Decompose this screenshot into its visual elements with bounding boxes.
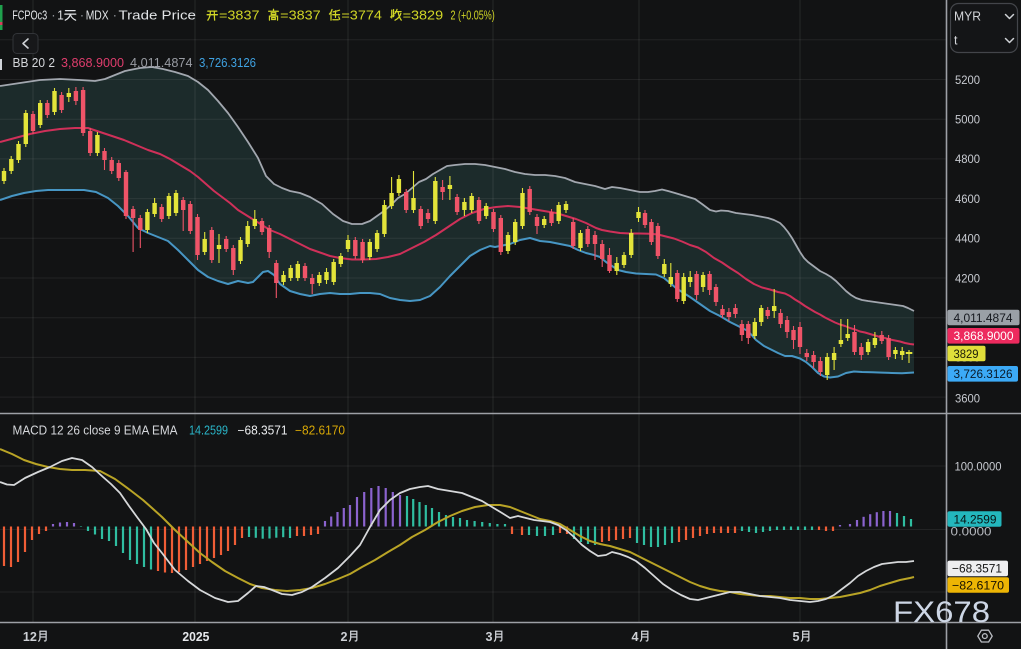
svg-text:14.2599: 14.2599 xyxy=(954,512,997,526)
svg-text:3: 3 xyxy=(486,630,493,644)
svg-text:1: 1 xyxy=(57,7,64,22)
svg-text:12: 12 xyxy=(23,630,37,644)
svg-text:MDX: MDX xyxy=(86,7,109,22)
svg-text:2025: 2025 xyxy=(182,630,209,644)
svg-text:Trade Price: Trade Price xyxy=(119,7,196,22)
svg-text:2: 2 xyxy=(341,630,348,644)
svg-text:−82.6170: −82.6170 xyxy=(295,424,345,438)
svg-text:5: 5 xyxy=(793,630,800,644)
svg-text:5200: 5200 xyxy=(955,73,980,87)
svg-text:MACD 12 26 close 9 EMA EMA: MACD 12 26 close 9 EMA EMA xyxy=(13,424,179,438)
svg-text:2 (+0.05%): 2 (+0.05%) xyxy=(451,7,495,22)
svg-text:3,726.3126: 3,726.3126 xyxy=(954,367,1013,381)
svg-text:3,726.3126: 3,726.3126 xyxy=(199,56,256,70)
svg-text:BB 20 2: BB 20 2 xyxy=(13,56,56,70)
svg-text:FCPOc3: FCPOc3 xyxy=(12,7,47,22)
svg-text:4,011.4874: 4,011.4874 xyxy=(954,311,1013,325)
svg-text:·: · xyxy=(113,7,117,22)
svg-text:5000: 5000 xyxy=(955,113,980,127)
svg-text:t: t xyxy=(954,34,958,48)
svg-text:FX678: FX678 xyxy=(893,596,990,629)
svg-text:·: · xyxy=(51,7,55,22)
svg-text:−82.6170: −82.6170 xyxy=(952,578,1004,592)
svg-text:=3837: =3837 xyxy=(280,7,321,22)
svg-text:3600: 3600 xyxy=(955,391,980,405)
svg-text:4400: 4400 xyxy=(955,232,980,246)
svg-text:MYR: MYR xyxy=(954,10,981,24)
svg-text:4200: 4200 xyxy=(955,271,980,285)
svg-text:=3829: =3829 xyxy=(403,7,444,22)
svg-text:100.0000: 100.0000 xyxy=(955,459,1002,473)
svg-text:14.2599: 14.2599 xyxy=(189,424,228,438)
svg-text:4: 4 xyxy=(632,630,639,644)
svg-text:=3774: =3774 xyxy=(341,7,382,22)
svg-text:4600: 4600 xyxy=(955,192,980,206)
svg-text:3,868.9000: 3,868.9000 xyxy=(954,329,1014,343)
svg-text:3,868.9000: 3,868.9000 xyxy=(61,56,124,70)
svg-text:3829: 3829 xyxy=(954,347,979,361)
svg-text:−68.3571: −68.3571 xyxy=(238,424,288,438)
svg-text:4800: 4800 xyxy=(955,152,980,166)
svg-text:−68.3571: −68.3571 xyxy=(952,562,1002,576)
svg-text:=3837: =3837 xyxy=(219,7,260,22)
svg-text:·: · xyxy=(80,7,84,22)
svg-text:4,011.4874: 4,011.4874 xyxy=(130,56,193,70)
